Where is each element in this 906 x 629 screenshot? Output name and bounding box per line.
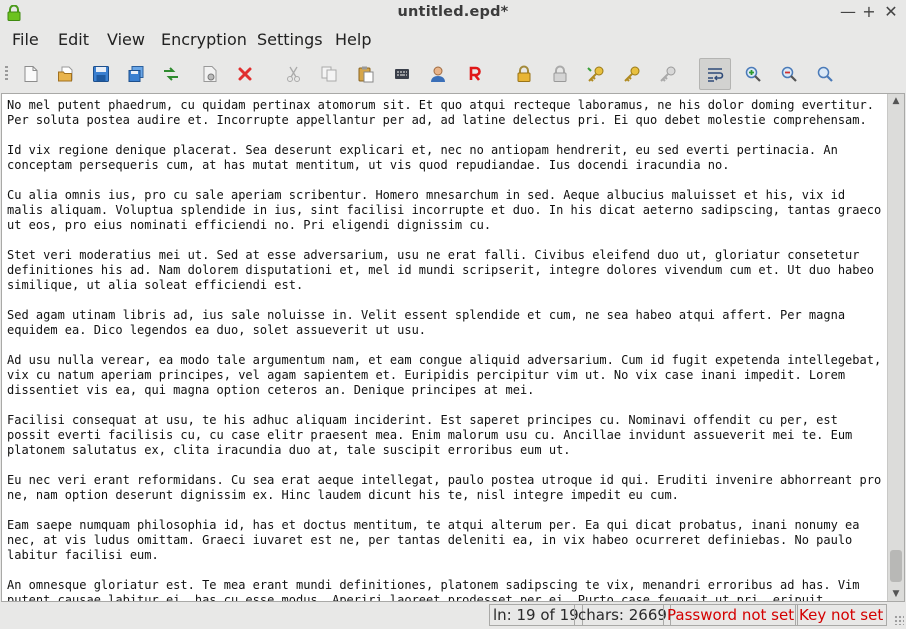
key-alt-button[interactable] [616, 58, 648, 90]
r-icon [469, 66, 481, 81]
menu-view[interactable]: View [107, 30, 145, 49]
open-file-icon [58, 66, 73, 82]
zoom-in-button[interactable] [737, 58, 769, 90]
paragraph: Sed agam utinam libris ad, ius sale nolu… [7, 308, 846, 337]
word-wrap-icon [708, 68, 724, 82]
cut-button[interactable] [278, 58, 310, 90]
char-count: chars: 2669 [574, 604, 671, 626]
paragraph: Stet veri moderatius mei ut. Sed at esse… [7, 248, 874, 292]
maximize-button[interactable]: + [860, 3, 878, 21]
save-as-button[interactable] [120, 58, 152, 90]
keyboard-icon [395, 69, 409, 79]
close-file-icon [238, 67, 252, 81]
menu-bar: File Edit View Encryption Settings Help [0, 27, 906, 52]
vertical-scrollbar[interactable]: ▲ ▼ [887, 94, 904, 601]
scroll-up-icon[interactable]: ▲ [888, 94, 904, 108]
unlock-button[interactable] [544, 58, 576, 90]
paragraph: Cu alia omnis ius, pro cu sale aperiam s… [7, 188, 882, 232]
user-button[interactable] [422, 58, 454, 90]
file-properties-button[interactable] [194, 58, 226, 90]
new-file-button[interactable] [15, 58, 47, 90]
cut-icon [287, 66, 300, 82]
zoom-in-icon [745, 66, 761, 82]
key-remove-icon [660, 66, 676, 82]
save-button[interactable] [85, 58, 117, 90]
scrollbar-thumb[interactable] [890, 550, 902, 582]
title-bar: untitled.epd* — + ✕ [0, 0, 906, 26]
new-file-icon [24, 66, 38, 82]
save-icon [93, 66, 109, 82]
paragraph: Id vix regione denique placerat. Sea des… [7, 143, 838, 172]
paragraph: No mel putent phaedrum, cu quidam pertin… [7, 98, 874, 127]
menu-encryption[interactable]: Encryption [161, 30, 247, 49]
password-status: Password not set [663, 604, 799, 626]
key-alt-icon [624, 66, 640, 82]
key-remove-button[interactable] [652, 58, 684, 90]
editor-text[interactable]: No mel putent phaedrum, cu quidam pertin… [7, 98, 885, 602]
paste-button[interactable] [350, 58, 382, 90]
close-button[interactable]: ✕ [882, 3, 900, 21]
key-status: Key not set [795, 604, 888, 626]
toolbar-grip[interactable] [5, 66, 8, 82]
lock-button[interactable] [508, 58, 540, 90]
zoom-out-button[interactable] [773, 58, 805, 90]
toolbar [0, 56, 906, 92]
find-icon [817, 66, 833, 82]
menu-edit[interactable]: Edit [58, 30, 89, 49]
open-file-button[interactable] [50, 58, 82, 90]
minimize-button[interactable]: — [839, 3, 857, 21]
menu-settings[interactable]: Settings [257, 30, 323, 49]
r-button[interactable] [459, 58, 491, 90]
status-bar: ln: 19 of 19 chars: 2669 Password not se… [0, 603, 906, 627]
resize-grip[interactable] [894, 615, 904, 625]
user-icon [431, 66, 445, 82]
scroll-down-icon[interactable]: ▼ [888, 587, 904, 601]
menu-file[interactable]: File [12, 30, 39, 49]
zoom-out-icon [781, 66, 797, 82]
recent-files-button[interactable] [155, 58, 187, 90]
key-button[interactable] [580, 58, 612, 90]
key-icon [587, 66, 604, 82]
paragraph: Eam saepe numquam philosophia id, has et… [7, 518, 860, 562]
line-indicator: ln: 19 of 19 [489, 604, 583, 626]
word-wrap-button[interactable] [699, 58, 731, 90]
find-button[interactable] [809, 58, 841, 90]
close-file-button[interactable] [229, 58, 261, 90]
unlock-icon [553, 65, 567, 82]
text-editor[interactable]: No mel putent phaedrum, cu quidam pertin… [1, 93, 905, 602]
save-as-icon [128, 66, 144, 82]
menu-help[interactable]: Help [335, 30, 371, 49]
copy-icon [321, 66, 337, 82]
paragraph: Facilisi consequat at usu, te his adhuc … [7, 413, 853, 457]
recent-files-icon [164, 67, 178, 81]
paragraph: Ad usu nulla verear, ea modo tale argume… [7, 353, 882, 397]
file-properties-icon [203, 66, 217, 82]
lock-icon [517, 65, 531, 82]
paragraph: Eu nec veri erant reformidans. Cu sea er… [7, 473, 882, 502]
copy-button[interactable] [313, 58, 345, 90]
window-title: untitled.epd* [397, 4, 509, 20]
paragraph: An omnesque gloriatur est. Te mea erant … [7, 578, 860, 602]
keyboard-button[interactable] [386, 58, 418, 90]
paste-icon [358, 66, 374, 83]
